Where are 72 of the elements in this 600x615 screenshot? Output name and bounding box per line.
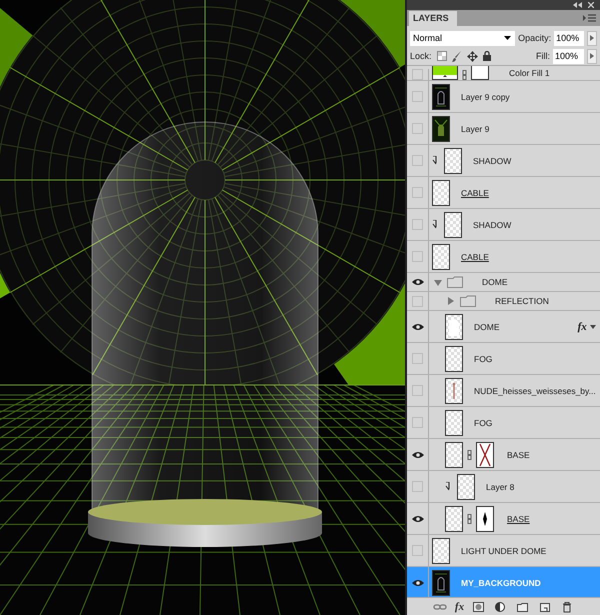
eye-icon [412,278,424,286]
eye-icon [412,322,424,330]
eye-icon [412,450,424,458]
layer-name: DOME [482,277,508,287]
folder-icon [447,276,463,288]
brush-icon[interactable] [452,50,462,62]
layer-row[interactable]: FOG [407,343,600,375]
layer-row[interactable]: SHADOW [407,145,600,177]
layer-name: DOME [474,322,500,332]
fill-label: Fill: [536,51,550,61]
layer-name: Color Fill 1 [509,68,550,80]
layer-name: NUDE_heisses_weisseses_by... [474,386,596,396]
caret-icon [504,36,512,40]
layer-name: FOG [474,354,492,364]
chain-link-icon [467,450,472,460]
layer-row[interactable]: SHADOW [407,209,600,241]
layer-row[interactable]: FOG [407,407,600,439]
layer-name: Layer 9 [461,124,490,134]
layer-row[interactable]: NUDE_heisses_weisseses_by... [407,375,600,407]
layer-row[interactable]: DOME [407,273,600,292]
blend-mode-dropdown[interactable]: Normal [410,30,516,46]
arrow-icon [590,35,594,41]
lock-transparency-icon[interactable] [436,51,447,61]
layer-row[interactable]: CABLE [407,177,600,209]
layer-name: CABLE [461,252,489,262]
layer-row[interactable]: BASE [407,439,600,471]
layer-name: LIGHT UNDER DOME [461,546,546,556]
opacity-slider-button[interactable] [587,30,597,46]
layer-name: Layer 8 [486,482,514,492]
folder-icon [460,295,476,307]
layer-row[interactable]: Layer 8 [407,471,600,503]
mask-icon[interactable] [472,600,486,612]
layer-name: REFLECTION [495,296,549,306]
add-layer-style-button[interactable]: fx [454,600,464,612]
new-layer-icon[interactable] [538,600,552,612]
fill-slider-button[interactable] [587,48,597,64]
layer-row[interactable]: REFLECTION [407,292,600,311]
lock-label: Lock: [410,51,432,61]
layer-name: SHADOW [473,156,512,166]
layer-name: SHADOW [473,220,512,230]
opacity-label: Opacity: [518,33,552,43]
layer-row[interactable]: LIGHT UNDER DOME [407,535,600,567]
eye-icon [412,578,424,586]
layer-row[interactable]: CABLE [407,241,600,273]
layer-name: BASE [507,514,530,524]
layer-name: MY_BACKGROUND [461,578,541,588]
chain-link-icon [462,70,467,80]
lock-icon[interactable] [482,51,491,61]
move-icon[interactable] [466,50,478,62]
caret-icon[interactable] [590,324,596,328]
layers-tab[interactable]: LAYERS [409,11,457,26]
layer-row[interactable]: BASE [407,503,600,535]
layer-row[interactable]: Layer 9 copy [407,81,600,113]
expanded-triangle-icon[interactable] [434,278,442,286]
collapsed-triangle-icon[interactable] [447,296,455,306]
layer-name: FOG [474,418,492,428]
close-icon[interactable] [588,2,594,8]
panel-menu-icon[interactable] [583,14,596,22]
layer-row[interactable]: DOME fx [407,311,600,343]
layer-name: CABLE [461,188,489,198]
layer-row[interactable]: Layer 9 [407,113,600,145]
folder-icon[interactable] [516,600,530,612]
chain-link-icon [467,514,472,524]
opacity-field[interactable]: 100% [554,30,584,46]
fill-field[interactable]: 100% [553,48,584,64]
layer-name: Layer 9 copy [461,92,510,102]
effects-label[interactable]: fx [578,320,587,332]
arrow-icon [590,53,594,59]
layer-row[interactable]: Color Fill 1 [407,66,600,81]
collapse-icon[interactable] [573,2,582,8]
eye-icon [412,514,424,522]
layer-name: BASE [507,450,530,460]
